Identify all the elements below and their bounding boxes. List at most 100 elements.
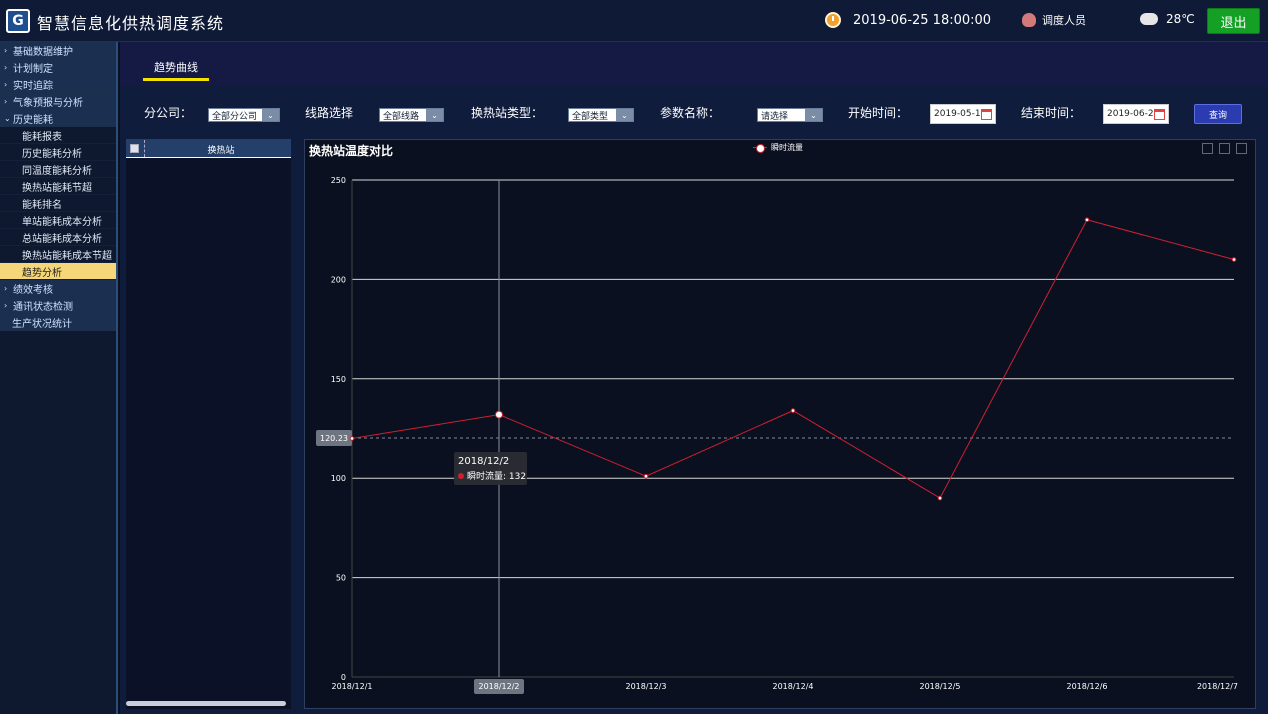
tab-trend-curve[interactable]: 趋势曲线 (143, 56, 209, 81)
end-date-input[interactable]: 2019-06-2 (1103, 104, 1169, 124)
sidebar-item-realtime[interactable]: › 实时追踪 (0, 76, 116, 93)
x-tick-label: 2018/12/1 (331, 682, 372, 691)
chevron-right-icon: › (4, 62, 8, 72)
sidebar-item-performance[interactable]: › 绩效考核 (0, 280, 116, 297)
crosshair-y-readout: 120.23 (320, 434, 348, 443)
user-role-text: 调度人员 (1042, 14, 1086, 27)
chevron-down-icon: ⌄ (262, 109, 279, 121)
sidebar-subitem-same-temp-analysis[interactable]: 同温度能耗分析 (0, 161, 116, 178)
sidebar-subitem-station-cost-saving[interactable]: 换热站能耗成本节超 (0, 246, 116, 263)
weather-icon (1137, 8, 1158, 25)
logout-button[interactable]: 退出 (1207, 8, 1260, 34)
x-tick-label: 2018/12/7 (1197, 682, 1238, 691)
x-tick-label: 2018/12/4 (772, 682, 813, 691)
chevron-down-icon: ⌄ (4, 113, 11, 123)
clock-icon (825, 12, 841, 28)
chevron-down-icon: ⌄ (805, 109, 822, 121)
chevron-right-icon: › (4, 300, 8, 310)
chevron-right-icon: › (4, 283, 8, 293)
sidebar-item-label: 气象预报与分析 (13, 97, 83, 109)
x-tick-label: 2018/12/3 (625, 682, 666, 691)
start-date-value: 2019-05-1 (934, 109, 981, 119)
data-point (937, 495, 943, 501)
user-icon (1022, 13, 1036, 27)
chevron-down-icon: ⌄ (426, 109, 443, 121)
data-point (1084, 217, 1090, 223)
data-point (643, 473, 649, 479)
tab-bar: 趋势曲线 (120, 42, 1268, 86)
station-table-header: 换热站 (126, 139, 291, 158)
y-tick-label: 150 (331, 375, 346, 384)
station-list-panel: 换热站 (126, 139, 291, 709)
trend-chart: 0 50 100 150 200 250 120.23 2018/12/1 2018/12/2 2… (316, 176, 1238, 694)
calendar-icon[interactable] (1154, 109, 1165, 120)
sidebar-subitem-total-cost[interactable]: 总站能耗成本分析 (0, 229, 116, 246)
sidebar-item-production-stats[interactable]: 生产状况统计 (0, 314, 116, 331)
line-label: 线路选择 (305, 106, 354, 120)
station-column-header: 换热站 (207, 146, 235, 156)
chevron-right-icon: › (4, 79, 8, 89)
sidebar-item-planning[interactable]: › 计划制定 (0, 59, 116, 76)
tooltip-title: 2018/12/2 (458, 456, 509, 467)
sidebar-item-weather[interactable]: › 气象预报与分析 (0, 93, 116, 110)
chevron-down-icon: ⌄ (616, 109, 633, 121)
y-tick-label: 200 (331, 275, 346, 284)
sidebar-subitem-ranking[interactable]: 能耗排名 (0, 195, 116, 212)
horizontal-scrollbar[interactable] (126, 701, 286, 706)
sidebar-item-label: 基础数据维护 (13, 46, 73, 58)
calendar-icon[interactable] (981, 109, 992, 120)
y-tick-label: 50 (336, 574, 346, 583)
user-role-display: 调度人员 (1022, 12, 1086, 28)
app-title: 智慧信息化供热调度系统 (37, 14, 225, 33)
end-time-label: 结束时间： (1021, 106, 1082, 120)
sidebar-subitem-energy-report[interactable]: 能耗报表 (0, 127, 116, 144)
line-select-value: 全部线路 (383, 111, 420, 122)
data-point (1231, 257, 1237, 262)
chart-panel: 换热站温度对比 瞬时流量 0 50 100 150 200 250 120.23 2018/1… (304, 139, 1256, 709)
chevron-right-icon: › (4, 45, 8, 55)
sidebar-subitem-history-analysis[interactable]: 历史能耗分析 (0, 144, 116, 161)
param-label: 参数名称： (660, 106, 721, 120)
sidebar-subitem-single-cost[interactable]: 单站能耗成本分析 (0, 212, 116, 229)
station-type-select[interactable]: 全部类型 ⌄ (568, 108, 634, 122)
tooltip-series-label: 瞬时流量: 132 (467, 470, 526, 482)
sidebar-item-history-energy[interactable]: ⌄ 历史能耗 (0, 110, 116, 127)
chevron-right-icon: › (4, 96, 8, 106)
station-type-select-value: 全部类型 (572, 111, 609, 122)
company-select[interactable]: 全部分公司 ⌄ (208, 108, 280, 122)
datetime-display: 2019-06-25 18:00:00 (825, 12, 991, 28)
sidebar-subitem-trend[interactable]: 趋势分析 (0, 263, 116, 280)
x-tick-label: 2018/12/2 (478, 682, 519, 691)
top-bar: G 智慧信息化供热调度系统 2019-06-25 18:00:00 调度人员 2… (0, 0, 1268, 42)
select-all-checkbox[interactable] (130, 143, 139, 153)
sidebar-item-label: 通讯状态检测 (13, 301, 73, 313)
x-tick-label: 2018/12/6 (1066, 682, 1107, 691)
data-point (495, 410, 503, 419)
sidebar-item-label: 绩效考核 (13, 284, 53, 296)
query-button[interactable]: 查询 (1194, 104, 1242, 124)
param-select-value: 请选择 (761, 111, 789, 122)
param-select[interactable]: 请选择 ⌄ (757, 108, 823, 122)
sidebar: › 基础数据维护 › 计划制定 › 实时追踪 › 气象预报与分析 ⌄ 历史能耗 能耗报表 … (0, 42, 118, 714)
app-logo-icon: G (6, 9, 30, 33)
station-type-label: 换热站类型： (471, 106, 544, 120)
y-tick-label: 250 (331, 176, 346, 185)
line-select[interactable]: 全部线路 ⌄ (379, 108, 444, 122)
company-select-value: 全部分公司 (212, 111, 258, 122)
sidebar-subitem-station-saving[interactable]: 换热站能耗节超 (0, 178, 116, 195)
y-tick-label: 100 (331, 474, 346, 483)
sidebar-item-label: 历史能耗 (13, 114, 53, 126)
x-tick-label: 2018/12/5 (919, 682, 960, 691)
data-point (790, 408, 796, 413)
end-date-value: 2019-06-2 (1107, 109, 1154, 119)
sidebar-item-label: 实时追踪 (13, 80, 53, 92)
data-point (349, 436, 355, 441)
temperature-text: 28℃ (1166, 12, 1195, 26)
start-date-input[interactable]: 2019-05-1 (930, 104, 996, 124)
tooltip-series-dot (458, 473, 464, 479)
sidebar-item-label: 计划制定 (13, 63, 53, 75)
sidebar-item-comm-status[interactable]: › 通讯状态检测 (0, 297, 116, 314)
company-label: 分公司： (144, 106, 193, 120)
datetime-text: 2019-06-25 18:00:00 (853, 12, 992, 28)
sidebar-item-basic-data[interactable]: › 基础数据维护 (0, 42, 116, 59)
